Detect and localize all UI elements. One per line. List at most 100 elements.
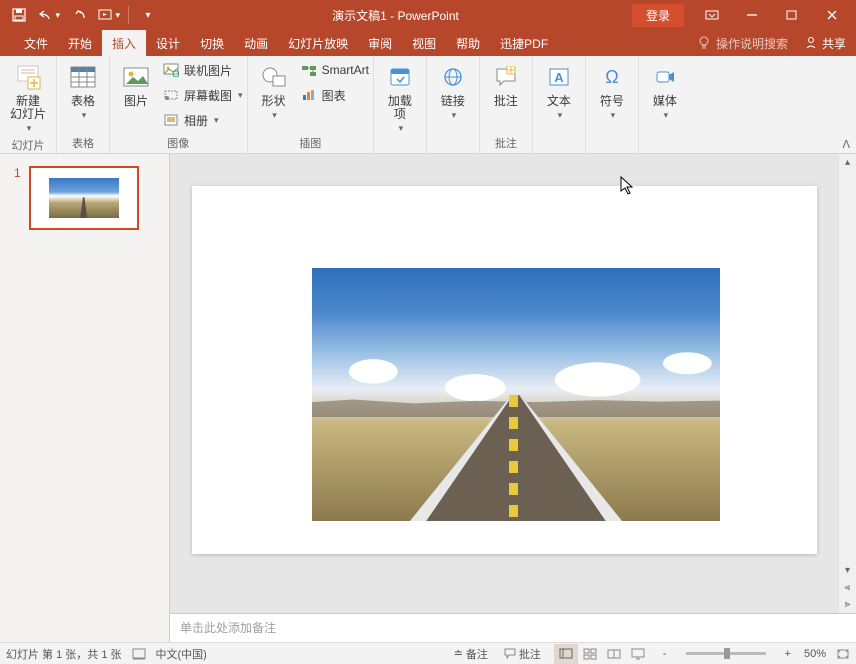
pictures-icon [120,61,152,93]
illustrations-group-label: 插图 [252,134,369,151]
tab-xunjie[interactable]: 迅捷PDF [490,30,558,56]
tab-slideshow[interactable]: 幻灯片放映 [278,30,358,56]
zoom-out-button[interactable]: - [660,648,670,660]
comment-button[interactable]: 批注 [484,59,528,110]
tab-animations[interactable]: 动画 [234,30,278,56]
addins-icon [384,61,416,93]
zoom-slider[interactable] [686,652,766,655]
smartart-button[interactable]: SmartArt [300,59,369,81]
screenshot-label: 屏幕截图 [184,87,232,104]
shapes-icon [258,61,290,93]
comments-toggle-label: 批注 [519,646,541,662]
share-label: 共享 [822,35,846,52]
addins-button[interactable]: 加载 项▾ [378,59,422,136]
pictures-button[interactable]: 图片 [114,59,158,110]
comments-group-label: 批注 [484,134,528,151]
links-label: 链接 [441,95,465,108]
tab-review[interactable]: 审阅 [358,30,402,56]
login-button[interactable]: 登录 [632,4,684,27]
notes-pane[interactable]: 单击此处添加备注 [170,613,856,642]
new-slide-label: 新建 幻灯片 [10,95,46,121]
redo-icon[interactable] [68,5,90,25]
scroll-down-icon[interactable]: ▾ [839,562,856,579]
smartart-label: SmartArt [322,63,369,77]
scroll-up-icon[interactable]: ▴ [839,154,856,171]
undo-icon[interactable]: ▾ [38,5,60,25]
close-icon[interactable] [812,1,852,29]
minimize-icon[interactable] [732,1,772,29]
fit-to-window-icon[interactable] [836,648,850,660]
addins-label: 加载 项 [388,95,412,121]
collapse-ribbon-icon[interactable]: ᐱ [842,138,850,151]
ribbon-options-icon[interactable] [692,1,732,29]
comment-icon [490,61,522,93]
tab-help[interactable]: 帮助 [446,30,490,56]
online-pictures-icon [162,61,180,79]
normal-view-icon[interactable] [554,644,578,664]
photo-album-button[interactable]: 相册▾ [162,109,243,131]
text-icon: A [543,61,575,93]
tab-design[interactable]: 设计 [146,30,190,56]
table-button[interactable]: 表格 ▾ [61,59,105,123]
smartart-icon [300,61,318,79]
photo-album-icon [162,111,180,129]
inserted-picture[interactable] [312,268,720,521]
online-pictures-label: 联机图片 [184,62,232,79]
language-label[interactable]: 中文(中国) [156,646,207,662]
slide-thumbnail-pane: 1 [0,154,170,642]
tab-view[interactable]: 视图 [402,30,446,56]
next-slide-icon[interactable]: ⪢ [839,596,856,613]
comments-toggle[interactable]: 批注 [501,646,544,662]
comment-label: 批注 [494,95,518,108]
maximize-icon[interactable] [772,1,812,29]
save-icon[interactable] [8,5,30,25]
text-button[interactable]: A 文本▾ [537,59,581,123]
share-button[interactable]: 共享 [804,35,846,52]
tell-me-label: 操作说明搜索 [716,35,788,52]
sorter-view-icon[interactable] [578,644,602,664]
tab-transitions[interactable]: 切换 [190,30,234,56]
thumb-number: 1 [14,166,21,230]
slides-group-label: 幻灯片 [4,136,52,153]
tab-home[interactable]: 开始 [58,30,102,56]
tab-insert[interactable]: 插入 [102,30,146,56]
svg-text:Ω: Ω [605,67,618,87]
tab-file[interactable]: 文件 [14,30,58,56]
chart-button[interactable]: 图表 [300,84,369,106]
reading-view-icon[interactable] [602,644,626,664]
chart-icon [300,86,318,104]
spellcheck-icon[interactable] [132,648,146,660]
start-from-beginning-icon[interactable]: ▾ [98,5,120,25]
slide-thumbnail-1[interactable] [29,166,139,230]
pictures-label: 图片 [124,95,148,108]
table-label: 表格 [71,95,95,108]
window-title: 演示文稿1 - PowerPoint [159,7,632,24]
media-label: 媒体 [653,95,677,108]
text-label: 文本 [547,95,571,108]
comments-toggle-icon [504,648,516,659]
slideshow-view-icon[interactable] [626,644,650,664]
new-slide-button[interactable]: 新建 幻灯片 ▾ [4,59,52,136]
symbols-button[interactable]: Ω 符号▾ [590,59,634,123]
qat-customize-icon[interactable]: ▾ [137,5,159,25]
shapes-label: 形状 [262,95,286,108]
online-pictures-button[interactable]: 联机图片 [162,59,243,81]
screenshot-button[interactable]: 屏幕截图▾ [162,84,243,106]
links-icon [437,61,469,93]
share-icon [804,36,818,50]
tell-me-search[interactable]: 操作说明搜索 [697,35,788,52]
notes-toggle[interactable]: ≐备注 [451,646,491,662]
chart-label: 图表 [322,87,346,104]
links-button[interactable]: 链接▾ [431,59,475,123]
zoom-percent[interactable]: 50% [804,648,826,660]
zoom-in-button[interactable]: + [782,648,794,660]
media-icon [649,61,681,93]
shapes-button[interactable]: 形状▾ [252,59,296,123]
slide-canvas[interactable] [192,186,817,554]
new-slide-icon [12,61,44,93]
vertical-scrollbar[interactable]: ▴ ▾ ⪡ ⪢ [839,154,856,613]
media-button[interactable]: 媒体▾ [643,59,687,123]
prev-slide-icon[interactable]: ⪡ [839,579,856,596]
table-icon [67,61,99,93]
screenshot-icon [162,86,180,104]
